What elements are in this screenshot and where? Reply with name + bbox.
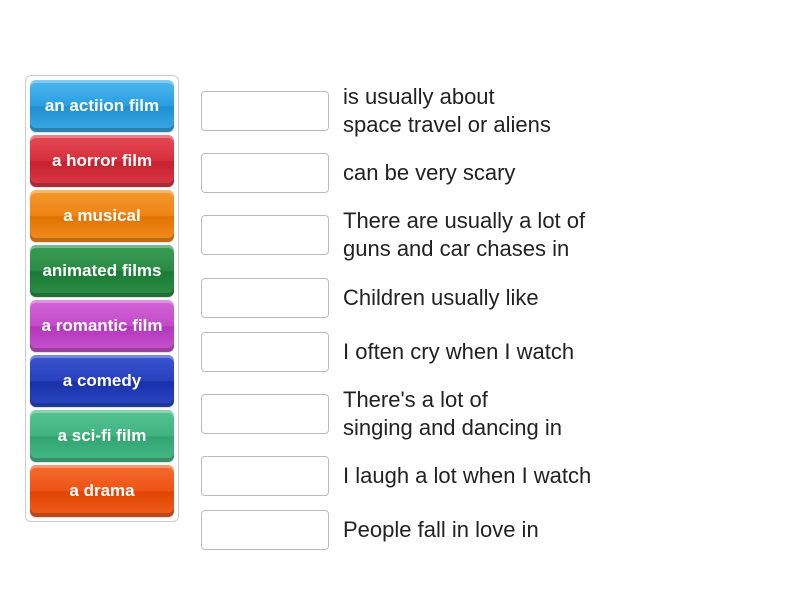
row: can be very scary: [201, 153, 591, 193]
row-text: There are usually a lot ofguns and car c…: [343, 207, 585, 263]
tile-label: animated films: [42, 261, 161, 281]
tile-musical[interactable]: a musical: [30, 190, 174, 242]
row: Children usually like: [201, 278, 591, 318]
tiles-panel: an actiion film a horror film a musical …: [25, 75, 179, 522]
row-text: I laugh a lot when I watch: [343, 462, 591, 490]
row: I often cry when I watch: [201, 332, 591, 372]
dropzone[interactable]: [201, 278, 329, 318]
tile-label: an actiion film: [45, 96, 159, 116]
row-text: People fall in love in: [343, 516, 539, 544]
row-text: can be very scary: [343, 159, 515, 187]
tile-drama[interactable]: a drama: [30, 465, 174, 517]
row: There are usually a lot ofguns and car c…: [201, 207, 591, 263]
tile-label: a horror film: [52, 151, 152, 171]
row-text: Children usually like: [343, 284, 539, 312]
row: There's a lot ofsinging and dancing in: [201, 386, 591, 442]
row-text: I often cry when I watch: [343, 338, 574, 366]
tile-comedy[interactable]: a comedy: [30, 355, 174, 407]
row: I laugh a lot when I watch: [201, 456, 591, 496]
tile-scifi-film[interactable]: a sci-fi film: [30, 410, 174, 462]
rows-panel: is usually aboutspace travel or aliens c…: [201, 75, 591, 550]
dropzone[interactable]: [201, 91, 329, 131]
tile-action-film[interactable]: an actiion film: [30, 80, 174, 132]
tile-label: a romantic film: [42, 316, 163, 336]
row-text: is usually aboutspace travel or aliens: [343, 83, 551, 139]
dropzone[interactable]: [201, 394, 329, 434]
row: People fall in love in: [201, 510, 591, 550]
tile-romantic-film[interactable]: a romantic film: [30, 300, 174, 352]
row-text: There's a lot ofsinging and dancing in: [343, 386, 562, 442]
exercise-container: an actiion film a horror film a musical …: [0, 0, 800, 550]
tile-animated-films[interactable]: animated films: [30, 245, 174, 297]
tile-label: a comedy: [63, 371, 141, 391]
tile-horror-film[interactable]: a horror film: [30, 135, 174, 187]
tile-label: a sci-fi film: [58, 426, 147, 446]
tile-label: a musical: [63, 206, 141, 226]
row: is usually aboutspace travel or aliens: [201, 83, 591, 139]
tile-label: a drama: [69, 481, 134, 501]
dropzone[interactable]: [201, 153, 329, 193]
dropzone[interactable]: [201, 510, 329, 550]
dropzone[interactable]: [201, 456, 329, 496]
dropzone[interactable]: [201, 332, 329, 372]
dropzone[interactable]: [201, 215, 329, 255]
